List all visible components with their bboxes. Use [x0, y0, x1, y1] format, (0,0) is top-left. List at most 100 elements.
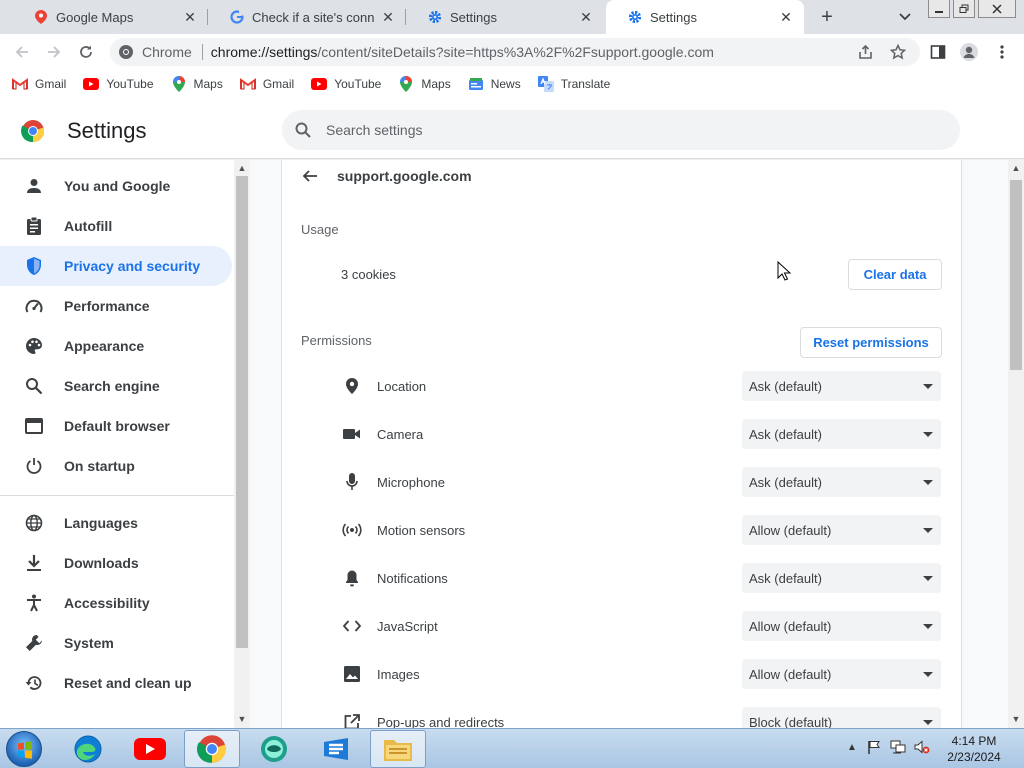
action-center-flag-icon[interactable] — [866, 739, 882, 755]
bookmark-gmail[interactable]: Gmail — [239, 76, 294, 92]
reset-permissions-button[interactable]: Reset permissions — [800, 327, 942, 358]
sidebar-item-accessibility[interactable]: Accessibility — [0, 583, 232, 623]
settings-gear-icon — [628, 10, 642, 24]
cookies-count: 3 cookies — [341, 267, 396, 282]
sidebar-item-search-engine[interactable]: Search engine — [0, 366, 232, 406]
camera-select[interactable]: Ask (default) — [742, 419, 941, 449]
sidebar-item-reset-and-clean-up[interactable]: Reset and clean up — [0, 663, 232, 703]
back-arrow-icon[interactable] — [300, 166, 320, 186]
bookmark-gmail[interactable]: Gmail — [12, 76, 66, 92]
new-tab-button[interactable]: + — [816, 6, 838, 28]
tab-google-maps[interactable]: Google Maps ✕ — [12, 0, 208, 34]
close-window-button[interactable] — [978, 0, 1016, 18]
taskbar-app[interactable] — [246, 730, 302, 768]
scroll-down-arrow[interactable]: ▼ — [237, 714, 247, 724]
sidebar-item-default-browser[interactable]: Default browser — [0, 406, 232, 446]
tab-settings[interactable]: Settings ✕ — [406, 0, 604, 34]
clear-data-button[interactable]: Clear data — [848, 259, 942, 290]
microphone-select[interactable]: Ask (default) — [742, 467, 941, 497]
sidebar-item-on-startup[interactable]: On startup — [0, 446, 232, 486]
javascript-select[interactable]: Allow (default) — [742, 611, 941, 641]
start-button[interactable] — [6, 731, 42, 767]
bookmark-maps[interactable]: Maps — [171, 76, 223, 92]
permission-label: Location — [377, 379, 427, 394]
permission-label: JavaScript — [377, 619, 438, 634]
sidebar-item-downloads[interactable]: Downloads — [0, 543, 232, 583]
bookmark-youtube[interactable]: YouTube — [83, 76, 154, 92]
restore-button[interactable] — [953, 0, 975, 18]
notifications-select[interactable]: Ask (default) — [742, 563, 941, 593]
taskbar-file-explorer[interactable] — [370, 730, 426, 768]
tab-strip: Google Maps ✕ Check if a site's connecti… — [0, 0, 1024, 34]
site-info-chip[interactable]: Chrome — [118, 44, 192, 60]
chevron-down-icon[interactable] — [896, 8, 914, 26]
side-panel-icon[interactable] — [926, 40, 950, 64]
gmail-icon — [239, 76, 256, 92]
search-icon — [295, 122, 311, 138]
scroll-down-arrow[interactable]: ▼ — [1011, 714, 1021, 724]
tab-label: Check if a site's connection is secure — [252, 9, 374, 25]
reload-button[interactable] — [74, 40, 98, 64]
scroll-up-arrow[interactable]: ▲ — [1011, 163, 1021, 173]
chip-label: Chrome — [142, 44, 192, 60]
popups-and-redirects-select[interactable]: Block (default) — [742, 707, 941, 728]
motion-sensors-select[interactable]: Allow (default) — [742, 515, 941, 545]
close-icon[interactable]: ✕ — [578, 9, 594, 25]
search-settings-box[interactable] — [282, 110, 960, 150]
images-select[interactable]: Allow (default) — [742, 659, 941, 689]
sidebar-item-privacy-and-security[interactable]: Privacy and security — [0, 246, 232, 286]
bookmark-star-icon[interactable] — [886, 40, 910, 64]
taskbar-youtube[interactable] — [122, 730, 178, 768]
permission-row-notifications: Notifications Ask (default) — [282, 554, 961, 602]
bookmark-maps[interactable]: Maps — [398, 76, 451, 92]
volume-muted-icon[interactable] — [914, 739, 930, 755]
close-icon[interactable]: ✕ — [778, 9, 794, 25]
clipboard-icon — [24, 216, 44, 236]
bookmarks-bar: Gmail YouTube Maps Gmail YouTube Maps Ne… — [0, 70, 1024, 98]
location-select[interactable]: Ask (default) — [742, 371, 941, 401]
bookmark-news[interactable]: News — [468, 76, 521, 92]
show-hidden-icons-button[interactable]: ▲ — [844, 739, 860, 755]
bookmark-translate[interactable]: Translate — [537, 76, 610, 92]
scrollbar-thumb[interactable] — [1010, 180, 1022, 370]
select-value: Block (default) — [749, 714, 833, 729]
taskbar-app[interactable] — [308, 730, 364, 768]
popup-icon — [342, 712, 362, 728]
kebab-menu-icon[interactable] — [990, 40, 1014, 64]
tab-check-site-connection[interactable]: Check if a site's connection is secure ✕ — [208, 0, 406, 34]
youtube-icon — [311, 76, 328, 92]
browser-window-icon — [24, 416, 44, 436]
system-clock[interactable]: 4:14 PM 2/23/2024 — [940, 733, 1008, 765]
site-details-card: support.google.com Usage 3 cookies Clear… — [281, 160, 962, 728]
tab-settings-active[interactable]: Settings ✕ — [606, 0, 804, 34]
dropdown-caret-icon — [923, 720, 933, 725]
minimize-button[interactable] — [928, 0, 950, 18]
microphone-icon — [342, 472, 362, 492]
share-icon[interactable] — [854, 40, 878, 64]
search-input[interactable] — [326, 122, 926, 138]
sidebar-item-appearance[interactable]: Appearance — [0, 326, 232, 366]
back-button[interactable] — [10, 40, 34, 64]
bookmark-label: YouTube — [334, 77, 382, 91]
file-explorer-icon — [384, 740, 412, 761]
sidebar-item-languages[interactable]: Languages — [0, 503, 232, 543]
sidebar-scrollbar[interactable]: ▲ ▼ — [234, 160, 250, 728]
sidebar-item-you-and-google[interactable]: You and Google — [0, 166, 232, 206]
forward-button[interactable] — [42, 40, 66, 64]
network-icon[interactable] — [890, 739, 906, 755]
taskbar-chrome[interactable] — [184, 730, 240, 768]
scrollbar-thumb[interactable] — [236, 176, 248, 648]
address-bar[interactable]: Chrome chrome://settings/content/siteDet… — [110, 38, 920, 66]
permission-label: Microphone — [377, 475, 445, 490]
close-icon[interactable]: ✕ — [380, 9, 396, 25]
close-icon[interactable]: ✕ — [182, 9, 198, 25]
speedometer-icon — [24, 296, 44, 316]
scroll-up-arrow[interactable]: ▲ — [237, 163, 247, 173]
taskbar-edge[interactable] — [60, 730, 116, 768]
bookmark-youtube[interactable]: YouTube — [311, 76, 381, 92]
main-scrollbar[interactable]: ▲ ▼ — [1008, 160, 1024, 728]
sidebar-item-performance[interactable]: Performance — [0, 286, 232, 326]
sidebar-item-system[interactable]: System — [0, 623, 232, 663]
profile-avatar-icon[interactable] — [957, 40, 981, 64]
sidebar-item-autofill[interactable]: Autofill — [0, 206, 232, 246]
